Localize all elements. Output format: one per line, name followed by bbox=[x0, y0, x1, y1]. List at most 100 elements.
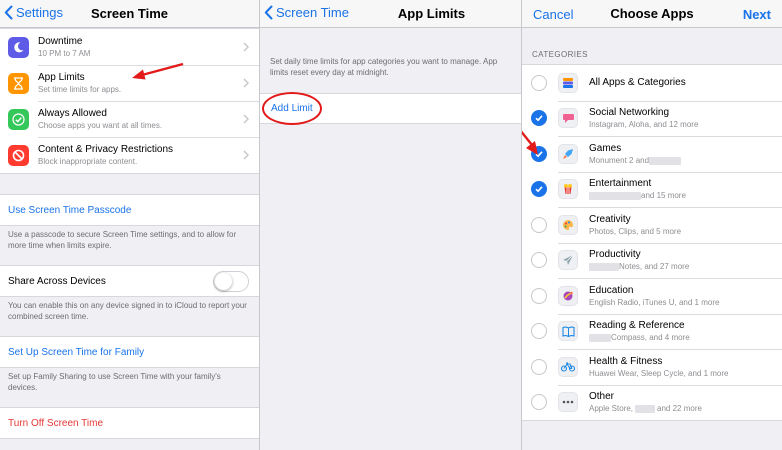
screen-time-back-button[interactable]: Screen Time bbox=[264, 5, 349, 20]
toggle-knob bbox=[215, 273, 232, 290]
rocket-icon bbox=[558, 143, 578, 164]
subtitle-text: Monument 2 and bbox=[589, 155, 650, 165]
family-setup-button[interactable]: Set Up Screen Time for Family bbox=[0, 337, 259, 367]
annotation-arrow-icon bbox=[132, 62, 184, 80]
category-creativity[interactable]: Creativity Photos, Clips, and 5 more bbox=[522, 207, 782, 243]
palette-icon bbox=[558, 214, 578, 235]
unchecked-circle-icon[interactable] bbox=[531, 358, 547, 375]
downtime-subtitle: 10 PM to 7 AM bbox=[38, 48, 91, 58]
category-productivity[interactable]: Productivity Notes, and 27 more bbox=[522, 242, 782, 279]
redacted-block bbox=[589, 334, 611, 343]
subtitle-text: Notes, and 27 more bbox=[619, 262, 690, 272]
category-entertainment[interactable]: Entertainment and 15 more bbox=[522, 171, 782, 208]
content-privacy-label: Content & Privacy Restrictions bbox=[38, 143, 174, 155]
app-limits-navbar: Screen Time App Limits bbox=[260, 0, 521, 28]
content-privacy-row[interactable]: Content & Privacy Restrictions Block ina… bbox=[0, 137, 259, 173]
app-limits-subtitle: Set time limits for apps. bbox=[38, 84, 122, 94]
passcode-group: Use Screen Time Passcode bbox=[0, 194, 259, 226]
category-subtitle: English Radio, iTunes U, and 1 more bbox=[589, 297, 720, 307]
share-group: Share Across Devices bbox=[0, 265, 259, 297]
annotation-arrow-icon bbox=[522, 130, 538, 155]
chevron-right-icon bbox=[243, 114, 249, 124]
globe-icon bbox=[558, 285, 578, 306]
category-title: Games bbox=[589, 142, 622, 154]
category-subtitle: Photos, Clips, and 5 more bbox=[589, 226, 682, 236]
category-games[interactable]: Games Monument 2 and bbox=[522, 136, 782, 172]
subtitle-text: Compass, and 4 more bbox=[611, 333, 690, 343]
downtime-label: Downtime bbox=[38, 35, 83, 47]
category-title: Productivity bbox=[589, 249, 641, 261]
moon-icon bbox=[8, 36, 29, 58]
family-group: Set Up Screen Time for Family bbox=[0, 336, 259, 368]
chevron-right-icon bbox=[243, 78, 249, 88]
unchecked-circle-icon[interactable] bbox=[531, 74, 547, 91]
stack-icon bbox=[558, 72, 578, 93]
app-limits-panel: Screen Time App Limits Set daily time li… bbox=[260, 0, 521, 450]
category-title: Other bbox=[589, 391, 615, 403]
chevron-right-icon bbox=[243, 42, 249, 52]
unchecked-circle-icon[interactable] bbox=[531, 323, 547, 340]
page-title: Screen Time bbox=[90, 6, 169, 21]
passcode-footer: Use a passcode to secure Screen Time set… bbox=[8, 230, 237, 250]
category-subtitle: Compass, and 4 more bbox=[589, 332, 690, 343]
category-subtitle: Apple Store, and 22 more bbox=[589, 403, 702, 414]
screen-time-panel: Settings Screen Time Downtime 10 PM to 7… bbox=[0, 0, 259, 450]
category-health-fitness[interactable]: Health & Fitness Huawei Wear, Sleep Cycl… bbox=[522, 349, 782, 385]
page-title: App Limits bbox=[397, 6, 466, 21]
chevron-right-icon bbox=[243, 150, 249, 160]
screen-time-options: Downtime 10 PM to 7 AM App Limits Set ti… bbox=[0, 28, 259, 174]
always-allowed-label: Always Allowed bbox=[38, 107, 107, 119]
chevron-left-icon bbox=[264, 5, 273, 20]
subtitle-text: Apple Store, bbox=[589, 404, 634, 414]
category-reading-reference[interactable]: Reading & Reference Compass, and 4 more bbox=[522, 313, 782, 350]
category-subtitle: Notes, and 27 more bbox=[589, 261, 689, 272]
category-education[interactable]: Education English Radio, iTunes U, and 1… bbox=[522, 278, 782, 314]
unchecked-circle-icon[interactable] bbox=[531, 252, 547, 269]
app-limits-description: Set daily time limits for app categories… bbox=[270, 57, 498, 77]
redacted-block bbox=[589, 263, 619, 272]
hourglass-icon bbox=[8, 72, 29, 94]
use-passcode-button[interactable]: Use Screen Time Passcode bbox=[0, 195, 259, 225]
categories-list: All Apps & Categories Social Networking … bbox=[522, 64, 782, 421]
checked-circle-icon[interactable] bbox=[531, 181, 547, 198]
screen-time-navbar: Settings Screen Time bbox=[0, 0, 259, 28]
redacted-block bbox=[649, 156, 682, 165]
category-social-networking[interactable]: Social Networking Instagram, Aloha, and … bbox=[522, 100, 782, 137]
categories-header: CATEGORIES bbox=[532, 50, 588, 59]
category-title: Education bbox=[589, 284, 634, 296]
category-title: All Apps & Categories bbox=[589, 77, 686, 89]
category-subtitle: Monument 2 and bbox=[589, 155, 682, 166]
annotation-circle bbox=[262, 92, 322, 125]
content-privacy-subtitle: Block inappropriate content. bbox=[38, 156, 138, 166]
unchecked-circle-icon[interactable] bbox=[531, 394, 547, 411]
unchecked-circle-icon[interactable] bbox=[531, 287, 547, 304]
category-title: Health & Fitness bbox=[589, 355, 663, 367]
category-title: Entertainment bbox=[589, 178, 652, 190]
unchecked-circle-icon[interactable] bbox=[531, 216, 547, 233]
speech-bubble-icon bbox=[558, 108, 578, 129]
category-title: Creativity bbox=[589, 213, 631, 225]
no-entry-icon bbox=[8, 144, 29, 166]
category-title: Reading & Reference bbox=[589, 320, 685, 332]
redacted-block bbox=[635, 405, 656, 414]
category-all-apps[interactable]: All Apps & Categories bbox=[522, 65, 782, 101]
paper-plane-icon bbox=[558, 250, 578, 271]
turn-off-screen-time-button[interactable]: Turn Off Screen Time bbox=[0, 408, 259, 438]
category-title: Social Networking bbox=[589, 107, 670, 119]
screen-time-back-label: Screen Time bbox=[276, 5, 349, 20]
category-subtitle: Instagram, Aloha, and 12 more bbox=[589, 120, 699, 130]
family-footer: Set up Family Sharing to use Screen Time… bbox=[8, 372, 221, 392]
subtitle-text: and 22 more bbox=[657, 404, 702, 414]
category-subtitle: and 15 more bbox=[589, 190, 686, 201]
share-across-devices-toggle[interactable] bbox=[213, 271, 249, 292]
next-button[interactable]: Next bbox=[743, 7, 771, 22]
redacted-block bbox=[589, 192, 641, 201]
share-footer: You can enable this on any device signed… bbox=[8, 301, 247, 321]
book-icon bbox=[558, 321, 578, 342]
bicycle-icon bbox=[558, 356, 578, 377]
category-other[interactable]: Other Apple Store, and 22 more bbox=[522, 384, 782, 421]
choose-apps-panel: Cancel Choose Apps Next CATEGORIES All A… bbox=[522, 0, 782, 450]
always-allowed-subtitle: Choose apps you want at all times. bbox=[38, 120, 163, 130]
always-allowed-row[interactable]: Always Allowed Choose apps you want at a… bbox=[0, 101, 259, 137]
category-subtitle: Huawei Wear, Sleep Cycle, and 1 more bbox=[589, 368, 729, 378]
